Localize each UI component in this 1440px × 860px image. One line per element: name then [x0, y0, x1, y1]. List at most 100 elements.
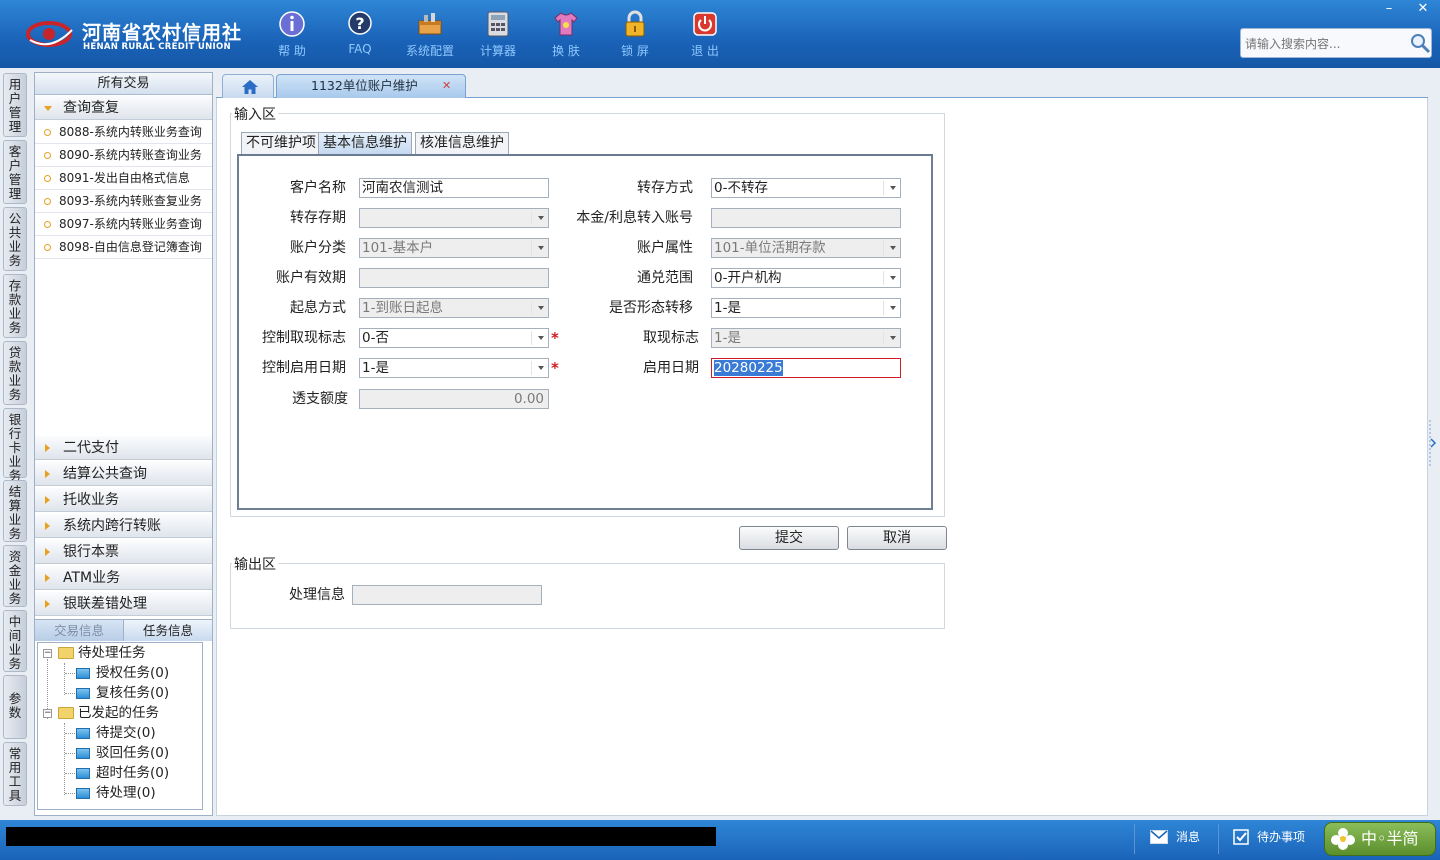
vtab-common-tools[interactable]: 常用工具 — [3, 742, 27, 806]
search-input[interactable] — [1245, 34, 1405, 54]
customer-name-field[interactable]: 河南农信测试 — [359, 178, 549, 198]
menu-group-bank-draft[interactable]: 银行本票 — [35, 540, 212, 564]
tab-1132-account-maintenance[interactable]: 1132单位账户维护 ✕ — [276, 74, 466, 98]
date-control-select[interactable]: 1-是 — [359, 358, 549, 378]
calculator-icon — [487, 11, 509, 37]
shirt-icon — [554, 12, 578, 36]
interest-mode-select[interactable]: 1-到账日起息 — [359, 298, 549, 318]
menu-group-unionpay-error[interactable]: 银联差错处理 — [35, 592, 212, 616]
account-validity-field[interactable] — [359, 268, 549, 288]
form-transfer-select[interactable]: 1-是 — [711, 298, 901, 318]
menu-item-8097[interactable]: 8097-系统内转账业务查询 — [35, 213, 212, 236]
menu-group-interbank-transfer[interactable]: 系统内跨行转账 — [35, 514, 212, 538]
collapse-icon[interactable]: − — [43, 649, 52, 658]
vtab-intermediary-business[interactable]: 中间业务 — [3, 610, 27, 672]
tree-node-to-process[interactable]: 待处理(0) — [96, 783, 156, 803]
process-info-field[interactable] — [352, 585, 542, 605]
tree-node-pending-tasks[interactable]: 待处理任务 — [78, 643, 146, 663]
menu-group-second-gen-payment[interactable]: 二代支付 — [35, 436, 212, 460]
bullet-icon — [44, 221, 51, 228]
menu-item-8093[interactable]: 8093-系统内转账查复业务 — [35, 190, 212, 213]
account-attr-select[interactable]: 101-单位活期存款 — [711, 238, 901, 258]
vtab-parameters[interactable]: 参数 — [3, 675, 27, 739]
tree-connector — [65, 673, 75, 674]
menu-group-label: 银行本票 — [63, 544, 119, 560]
menu-item-label: 8098-自由信息登记簿查询 — [59, 240, 202, 254]
tree-node-review-tasks[interactable]: 复核任务(0) — [96, 683, 169, 703]
faq-button[interactable]: ? FAQ — [330, 8, 390, 62]
search-icon[interactable] — [1409, 32, 1431, 54]
logo-title: 河南省农村信用社 — [82, 22, 243, 44]
tree-node-to-submit[interactable]: 待提交(0) — [96, 723, 156, 743]
start-date-field[interactable]: 20280225 — [711, 358, 901, 378]
vtab-user-management[interactable]: 用户管理 — [3, 73, 27, 137]
exit-label: 退 出 — [691, 44, 719, 58]
menu-group-collection[interactable]: 托收业务 — [35, 488, 212, 512]
menu-group-query-reply[interactable]: 查询查复 — [35, 96, 212, 120]
change-skin-button[interactable]: 换 肤 — [536, 8, 596, 62]
info-icon — [279, 11, 305, 37]
menu-item-8098[interactable]: 8098-自由信息登记簿查询 — [35, 236, 212, 259]
messages-button[interactable]: 消息 — [1150, 820, 1200, 856]
caret-right-icon — [45, 470, 50, 478]
menu-item-8090[interactable]: 8090-系统内转账查询业务 — [35, 144, 212, 167]
transfer-term-select[interactable] — [359, 208, 549, 228]
vtab-deposit-business[interactable]: 存款业务 — [3, 274, 27, 338]
system-config-button[interactable]: 系统配置 — [400, 8, 460, 62]
overdraft-field[interactable]: 0.00 — [359, 389, 549, 409]
exchange-scope-label: 通兑范围 — [637, 270, 693, 286]
flower-icon — [1331, 828, 1355, 850]
tab-approval-info[interactable]: 核准信息维护 — [415, 132, 509, 154]
tree-connector — [65, 733, 75, 734]
minimize-button[interactable]: – — [1372, 0, 1406, 18]
lock-screen-button[interactable]: 锁 屏 — [605, 8, 665, 62]
start-date-value: 20280225 — [714, 360, 783, 376]
tab-non-maintainable[interactable]: 不可维护项 — [241, 132, 321, 154]
caret-right-icon — [45, 444, 50, 452]
vtab-settlement-business[interactable]: 结算业务 — [3, 480, 27, 542]
tree-node-rejected[interactable]: 驳回任务(0) — [96, 743, 169, 763]
svg-text:?: ? — [355, 14, 364, 33]
vtab-bank-card-business[interactable]: 银行卡业务 — [3, 408, 27, 483]
tab-transaction-info[interactable]: 交易信息 — [35, 620, 123, 641]
tab-task-info[interactable]: 任务信息 — [123, 620, 212, 641]
task-icon — [76, 748, 90, 759]
tree-node-auth-tasks[interactable]: 授权任务(0) — [96, 663, 169, 683]
tree-node-timeout[interactable]: 超时任务(0) — [96, 763, 169, 783]
menu-item-8088[interactable]: 8088-系统内转账业务查询 — [35, 121, 212, 144]
vtab-customer-management[interactable]: 客户管理 — [3, 140, 27, 204]
menu-group-atm[interactable]: ATM业务 — [35, 566, 212, 590]
folder-icon — [58, 707, 74, 719]
principal-account-field[interactable] — [711, 208, 901, 228]
menu-group-settlement-query[interactable]: 结算公共查询 — [35, 462, 212, 486]
withdraw-flag-select[interactable]: 1-是 — [711, 328, 901, 348]
home-tab[interactable] — [222, 74, 274, 98]
withdraw-control-select[interactable]: 0-否 — [359, 328, 549, 348]
help-button[interactable]: 帮 助 — [262, 8, 322, 62]
tree-node-launched-tasks[interactable]: 已发起的任务 — [78, 703, 159, 723]
todo-button[interactable]: 待办事项 — [1233, 820, 1305, 856]
menu-item-8091[interactable]: 8091-发出自由格式信息 — [35, 167, 212, 190]
close-tab-icon[interactable]: ✕ — [442, 75, 451, 97]
required-mark: * — [551, 329, 559, 347]
vtab-fund-business[interactable]: 资金业务 — [3, 545, 27, 607]
close-window-button[interactable]: ✕ — [1406, 0, 1440, 18]
tab-basic-info[interactable]: 基本信息维护 — [318, 132, 412, 154]
change-skin-label: 换 肤 — [552, 44, 580, 58]
calculator-button[interactable]: 计算器 — [468, 8, 528, 62]
submit-button[interactable]: 提交 — [739, 526, 839, 550]
divider — [1218, 824, 1219, 854]
cancel-button[interactable]: 取消 — [847, 526, 947, 550]
transfer-mode-select[interactable]: 0-不转存 — [711, 178, 901, 198]
expand-right-handle[interactable] — [1428, 418, 1438, 468]
tab-title: 1132单位账户维护 — [311, 78, 418, 93]
exchange-scope-select[interactable]: 0-开户机构 — [711, 268, 901, 288]
collapse-icon[interactable]: − — [43, 709, 52, 718]
ime-indicator[interactable]: 中◦半简 — [1324, 822, 1436, 856]
vtab-public-business[interactable]: 公共业务 — [3, 207, 27, 271]
account-class-select[interactable]: 101-基本户 — [359, 238, 549, 258]
exit-button[interactable]: 退 出 — [675, 8, 735, 62]
menu-item-label: 8097-系统内转账业务查询 — [59, 217, 202, 231]
logo: 河南省农村信用社 HENAN RURAL CREDIT UNION — [26, 12, 241, 54]
vtab-loan-business[interactable]: 贷款业务 — [3, 341, 27, 405]
